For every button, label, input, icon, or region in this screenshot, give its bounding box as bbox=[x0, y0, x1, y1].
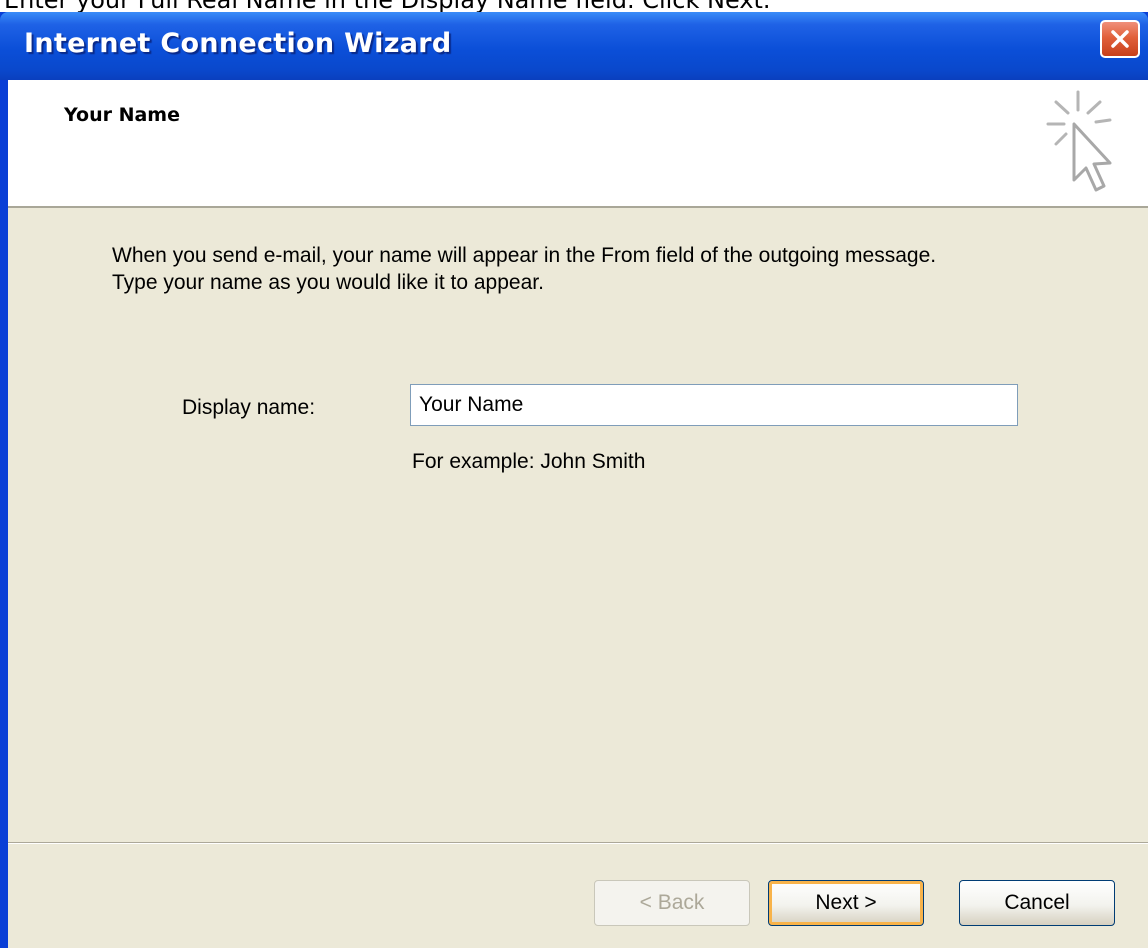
close-button[interactable] bbox=[1100, 20, 1140, 58]
display-name-input[interactable] bbox=[410, 384, 1018, 426]
description-line-2: Type your name as you would like it to a… bbox=[112, 271, 544, 294]
cancel-button[interactable]: Cancel bbox=[959, 880, 1115, 926]
back-button[interactable]: < Back bbox=[594, 880, 750, 926]
window-title: Internet Connection Wizard bbox=[24, 28, 452, 59]
example-hint: For example: John Smith bbox=[412, 450, 646, 473]
description-line-1: When you send e-mail, your name will app… bbox=[112, 244, 937, 267]
cursor-sparkle-icon bbox=[1046, 90, 1112, 192]
instruction-text: Enter your Full Real Name in the Display… bbox=[4, 0, 771, 14]
wizard-header: Your Name bbox=[8, 80, 1148, 208]
wizard-client-area: Your Name When you send e-mail, your nam… bbox=[8, 80, 1148, 948]
footer-separator bbox=[8, 842, 1148, 844]
title-bar[interactable]: Internet Connection Wizard bbox=[0, 12, 1148, 80]
display-name-label: Display name: bbox=[182, 396, 316, 419]
next-button[interactable]: Next > bbox=[768, 880, 924, 926]
close-icon bbox=[1111, 30, 1129, 48]
page-title: Your Name bbox=[64, 104, 180, 126]
description: When you send e-mail, your name will app… bbox=[112, 242, 1122, 296]
wizard-window: Internet Connection Wizard Your Name Whe… bbox=[0, 12, 1148, 948]
